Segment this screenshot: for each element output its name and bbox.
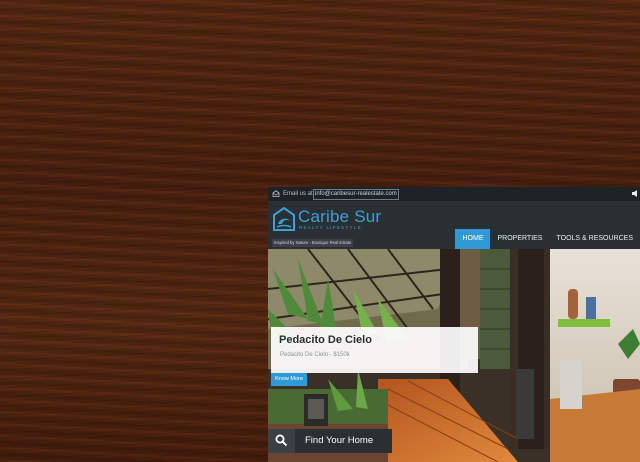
- find-your-home-bar[interactable]: Find Your Home: [268, 429, 392, 453]
- main-nav: HOME PROPERTIES TOOLS & RESOURCES: [455, 229, 640, 249]
- site-header: Caribe Sur REALTY LIFESTYLE Inspired by …: [268, 201, 640, 249]
- find-your-home-label[interactable]: Find Your Home: [305, 429, 373, 453]
- slide-subtitle: Pedacito De Cielo - $150k: [280, 352, 350, 358]
- brand-subtitle: REALTY LIFESTYLE: [299, 225, 362, 230]
- email-link[interactable]: info@caribesur-realestate.com: [313, 189, 399, 200]
- envelope-icon: [272, 190, 280, 197]
- know-more-button[interactable]: Know More: [271, 373, 307, 386]
- slide-title[interactable]: Pedacito De Cielo: [279, 334, 372, 346]
- search-icon-box[interactable]: [268, 429, 295, 453]
- email-label: Email us at :: [283, 191, 317, 197]
- speaker-icon[interactable]: [632, 190, 638, 197]
- brand-name[interactable]: Caribe Sur: [298, 207, 381, 227]
- hero-slider: Pedacito De Cielo Pedacito De Cielo - $1…: [268, 249, 640, 462]
- website-preview: Email us at : info@caribesur-realestate.…: [268, 187, 640, 462]
- logo-house-icon[interactable]: [273, 207, 295, 231]
- nav-properties[interactable]: PROPERTIES: [490, 229, 549, 249]
- nav-home[interactable]: HOME: [455, 229, 491, 249]
- top-bar: Email us at : info@caribesur-realestate.…: [268, 187, 640, 201]
- brand-tagline: Inspired by Nature - Boutique Real Estat…: [272, 239, 354, 247]
- slide-caption: Pedacito De Cielo Pedacito De Cielo - $1…: [271, 327, 478, 373]
- nav-tools-resources[interactable]: TOOLS & RESOURCES: [549, 229, 640, 249]
- search-icon: [275, 434, 288, 447]
